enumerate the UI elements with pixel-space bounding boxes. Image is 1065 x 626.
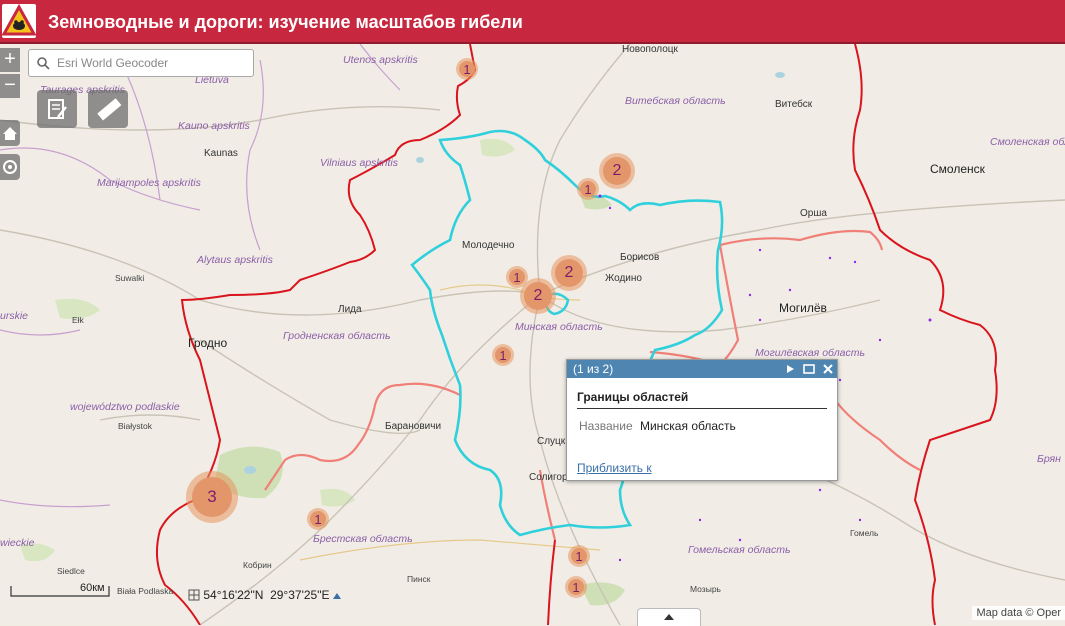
cluster-marker[interactable]: 1 [456,58,478,80]
label-podlaskie: województwo podlaskie [70,401,180,413]
label-marijampoles: Marijampoles apskritis [97,177,201,189]
cluster-marker[interactable]: 1 [568,545,590,567]
longitude-value: 29°37'25"E [270,588,330,602]
search-icon [37,57,50,70]
label-smolensk-region: Смоленская область [990,136,1065,148]
cluster-marker[interactable]: 1 [565,576,587,598]
app-header: Земноводные и дороги: изучение масштабов… [0,0,1065,44]
coordinate-readout: 54°16'22"N 29°37'25"E [188,588,341,602]
popup-attribute-row: Название Минская область [579,419,837,433]
map-attribution: Map data © Oper [972,606,1065,620]
close-icon[interactable] [823,364,833,374]
label-borisov: Борисов [620,252,660,263]
label-grodno-region: Гродненская область [283,330,391,342]
label-mozyr: Мозырь [690,584,721,594]
label-siedlce: Siedlce [57,566,85,576]
label-alytaus: Alytaus apskritis [197,254,273,266]
label-kobrin: Кобрин [243,560,272,570]
map-view[interactable]: Новополоцк Utenos apskritis Taurages aps… [0,44,1065,625]
home-button[interactable] [0,120,20,146]
caret-up-icon[interactable] [332,593,341,599]
label-brest-region: Брестская область [313,533,413,545]
label-vitebsk: Витебск [775,99,813,110]
label-mogilev: Могилёв [779,301,827,315]
next-icon[interactable] [785,364,795,374]
label-gomel: Гомель [850,528,879,538]
label-gomel-region: Гомельская область [688,544,791,556]
label-bialystok: Białystok [118,421,153,431]
label-orsha: Орша [800,208,827,219]
label-minsk-region: Минская область [515,321,603,333]
label-kauno: Kauno apskritis [178,120,250,132]
popup-counter: (1 из 2) [573,362,614,376]
cluster-marker[interactable]: 2 [551,255,587,291]
cluster-marker[interactable]: 3 [186,471,238,523]
cluster-marker[interactable]: 2 [599,153,635,189]
cluster-marker[interactable]: 2 [520,278,556,314]
label-mogilev-region: Могилёвская область [755,347,865,359]
measure-button[interactable] [88,90,128,128]
cluster-count: 1 [459,61,475,77]
attribute-value: Минская область [639,419,736,433]
label-pinsk: Пинск [407,574,431,584]
cluster-count: 1 [310,511,326,527]
label-zhodino: Жодино [605,273,642,284]
home-icon [3,127,17,140]
zoom-in-button[interactable]: + [0,48,20,72]
label-lida: Лида [338,304,362,315]
label-bryansk: Брян [1037,453,1061,465]
popup-header: (1 из 2) [567,360,837,378]
cluster-marker[interactable]: 1 [307,508,329,530]
cluster-count: 1 [509,269,525,285]
label-baranovichi: Барановичи [385,421,442,432]
cluster-marker[interactable]: 1 [492,344,514,366]
cluster-count: 1 [571,548,587,564]
cluster-marker[interactable]: 1 [577,178,599,200]
label-vitebsk-region: Витебская область [625,95,726,107]
coordinates-icon[interactable] [188,589,200,601]
label-slutsk: Слуцк [537,436,566,447]
popup-layer-title: Границы областей [577,390,827,409]
cluster-count: 1 [568,579,584,595]
cluster-count: 1 [495,347,511,363]
label-utenos: Utenos apskritis [343,54,418,66]
label-vilniaus: Vilniaus apskritis [320,157,399,169]
label-urskie: urskie [0,310,29,322]
label-biala-podlaska: Biała Podlaska [117,586,174,596]
app-title: Земноводные и дороги: изучение масштабов… [48,12,523,32]
label-elk: Ełk [72,315,84,325]
label-suwalki: Suwalki [115,273,145,283]
measure-ruler-icon [97,98,122,121]
label-wieckie: wieckie [0,537,35,549]
label-kaunas: Kaunas [204,148,238,159]
edit-tool-icon [48,99,67,119]
geocoder-search[interactable] [28,49,254,77]
zoom-out-button[interactable]: − [0,74,20,98]
maximize-icon[interactable] [803,364,815,374]
attribute-table-toggle[interactable] [637,608,701,626]
locate-icon [3,160,17,174]
frog-warning-sign-icon [1,3,37,38]
cluster-count: 2 [555,259,583,287]
label-novopolotsk: Новополоцк [622,44,678,55]
cluster-count: 3 [192,477,232,517]
search-input[interactable] [55,55,249,71]
attribute-key: Название [579,419,633,433]
zoom-to-link[interactable]: Приблизить к [577,461,652,475]
scale-bar: 60км [10,582,110,598]
cluster-count: 2 [524,282,552,310]
cluster-count: 2 [603,157,631,185]
map-canvas [0,44,1065,625]
cluster-count: 1 [580,181,596,197]
label-smolensk: Смоленск [930,162,985,176]
feature-popup: (1 из 2) Границы областей Название Минск… [566,359,838,481]
label-grodno: Гродно [188,336,228,350]
zoom-controls: + − [0,48,20,100]
scale-label: 60км [80,582,105,594]
edit-tool-button[interactable] [37,90,77,128]
chevron-up-icon [664,614,674,620]
locate-button[interactable] [0,154,20,180]
label-molodechno: Молодечно [462,240,515,251]
latitude-value: 54°16'22"N [203,588,264,602]
